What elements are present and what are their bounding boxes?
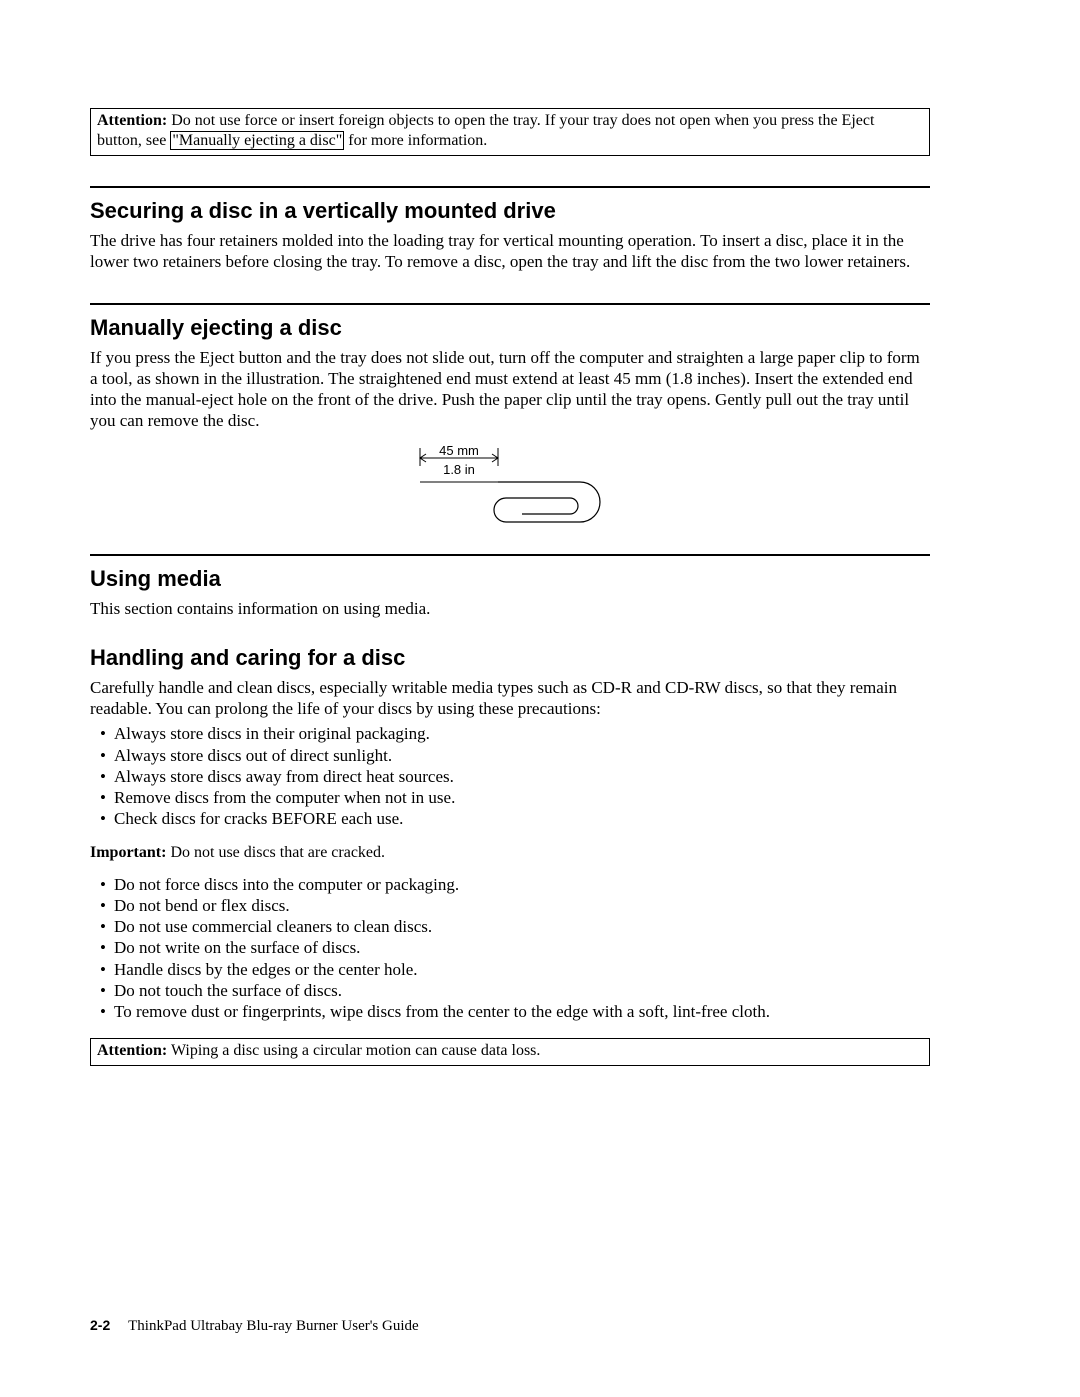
attention-text-after: for more information.: [344, 132, 487, 149]
attention-label: Attention:: [97, 112, 167, 129]
body-handling-disc: Carefully handle and clean discs, especi…: [90, 677, 930, 720]
body-securing-disc: The drive has four retainers molded into…: [90, 230, 930, 273]
list-item: Handle discs by the edges or the center …: [100, 959, 930, 980]
list-item: Check discs for cracks BEFORE each use.: [100, 808, 930, 829]
list-item: Do not bend or flex discs.: [100, 895, 930, 916]
important-text: Do not use discs that are cracked.: [170, 844, 385, 861]
list-item: Do not write on the surface of discs.: [100, 937, 930, 958]
section-divider: [90, 186, 930, 188]
heading-using-media: Using media: [90, 566, 930, 592]
attention-label: Attention:: [97, 1042, 167, 1059]
illus-label-mm: 45 mm: [439, 446, 479, 458]
illus-label-in: 1.8 in: [443, 462, 475, 477]
list-item: Do not touch the surface of discs.: [100, 980, 930, 1001]
page-content: Attention: Do not use force or insert fo…: [90, 108, 930, 1066]
paperclip-illustration: 45 mm 1.8 in: [410, 446, 610, 524]
list-item: To remove dust or fingerprints, wipe dis…: [100, 1001, 930, 1022]
page-number: 2-2: [90, 1317, 110, 1333]
section-divider: [90, 554, 930, 556]
body-using-media: This section contains information on usi…: [90, 598, 930, 619]
list-item: Do not force discs into the computer or …: [100, 874, 930, 895]
document-title: ThinkPad Ultrabay Blu-ray Burner User's …: [128, 1318, 419, 1334]
list-item: Always store discs away from direct heat…: [100, 766, 930, 787]
heading-handling-disc: Handling and caring for a disc: [90, 645, 930, 671]
section-divider: [90, 303, 930, 305]
heading-securing-disc: Securing a disc in a vertically mounted …: [90, 198, 930, 224]
page: Attention: Do not use force or insert fo…: [0, 0, 1080, 1397]
body-manually-ejecting: If you press the Eject button and the tr…: [90, 347, 930, 432]
attention-box-1: Attention: Do not use force or insert fo…: [90, 108, 930, 156]
precautions-list-a: Always store discs in their original pac…: [100, 723, 930, 829]
heading-manually-ejecting: Manually ejecting a disc: [90, 315, 930, 341]
list-item: Do not use commercial cleaners to clean …: [100, 916, 930, 937]
important-note: Important: Do not use discs that are cra…: [90, 844, 930, 862]
precautions-list-b: Do not force discs into the computer or …: [100, 874, 930, 1023]
list-item: Remove discs from the computer when not …: [100, 787, 930, 808]
list-item: Always store discs out of direct sunligh…: [100, 745, 930, 766]
list-item: Always store discs in their original pac…: [100, 723, 930, 744]
attention-text: Wiping a disc using a circular motion ca…: [171, 1042, 540, 1059]
attention-box-2: Attention: Wiping a disc using a circula…: [90, 1038, 930, 1066]
important-label: Important:: [90, 844, 166, 861]
xref-manually-ejecting[interactable]: "Manually ejecting a disc": [170, 131, 344, 150]
page-footer: 2-2 ThinkPad Ultrabay Blu-ray Burner Use…: [90, 1317, 419, 1335]
